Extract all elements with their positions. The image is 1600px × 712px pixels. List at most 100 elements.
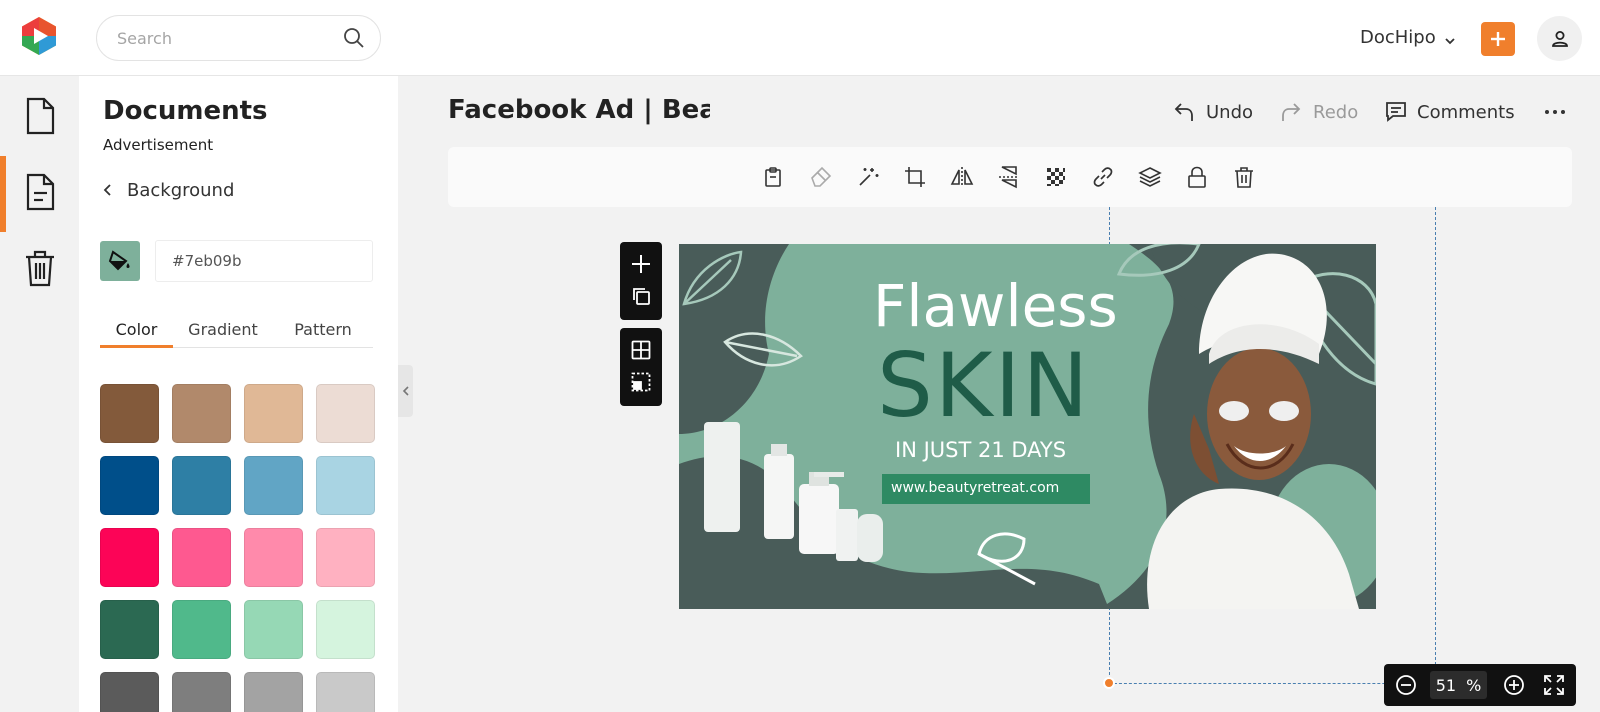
color-swatch[interactable]: [316, 384, 375, 443]
plus-icon: [632, 255, 650, 273]
zoom-out-icon: [1396, 675, 1416, 695]
tool-transparency[interactable]: [1042, 163, 1070, 191]
color-tabs: Color Gradient Pattern: [100, 312, 373, 348]
zoom-out-button[interactable]: [1394, 673, 1418, 697]
tool-flip-horizontal[interactable]: [948, 163, 976, 191]
color-swatch[interactable]: [172, 600, 231, 659]
undo-icon: [1174, 103, 1193, 121]
search-icon[interactable]: [342, 26, 366, 50]
more-options-button[interactable]: [1540, 98, 1570, 126]
tagline[interactable]: IN JUST 21 DAYS: [895, 438, 1066, 462]
page-layout-controls: [620, 328, 662, 406]
color-swatch[interactable]: [244, 528, 303, 587]
color-swatch[interactable]: [172, 528, 231, 587]
color-swatch-grid: [100, 384, 376, 712]
undo-label: Undo: [1206, 101, 1254, 123]
rail-item-new-document[interactable]: [0, 78, 79, 154]
color-swatch[interactable]: [244, 600, 303, 659]
search-box: [96, 15, 381, 61]
headline-flawless[interactable]: Flawless: [873, 272, 1118, 340]
color-swatch[interactable]: [100, 456, 159, 515]
color-swatch[interactable]: [100, 528, 159, 587]
color-swatch[interactable]: [316, 528, 375, 587]
tab-color[interactable]: Color: [100, 312, 173, 348]
top-bar: DocHipo: [0, 0, 1600, 76]
zoom-in-button[interactable]: [1502, 673, 1526, 697]
tool-paste[interactable]: [759, 163, 787, 191]
design-canvas[interactable]: Flawless SKIN IN JUST 21 DAYS www.beauty…: [679, 244, 1376, 609]
url-text[interactable]: www.beautyretreat.com: [891, 480, 1059, 496]
color-swatch[interactable]: [172, 384, 231, 443]
flip-horizontal-icon: [950, 167, 974, 187]
hex-color-input[interactable]: [155, 240, 373, 282]
resize-page-button[interactable]: [620, 366, 662, 398]
alignment-guide-vertical: [1435, 207, 1436, 685]
flip-vertical-icon: [999, 166, 1019, 189]
zoom-unit: %: [1466, 675, 1482, 695]
back-to-background-button[interactable]: Background: [103, 175, 234, 205]
create-button[interactable]: [1481, 22, 1515, 56]
more-horizontal-icon: [1545, 110, 1565, 114]
delete-icon: [1235, 167, 1253, 188]
zoom-value: 51: [1435, 675, 1457, 695]
background-panel: Documents Advertisement Background Color…: [79, 76, 398, 712]
clipboard-icon: [765, 167, 781, 187]
tab-gradient[interactable]: Gradient: [183, 312, 263, 348]
search-input[interactable]: [117, 16, 327, 60]
duplicate-page-button[interactable]: [620, 280, 662, 312]
page-add-controls: [620, 242, 662, 320]
add-page-button[interactable]: [620, 248, 662, 280]
redo-icon: [1282, 103, 1301, 121]
comment-icon: [1386, 102, 1406, 122]
icon-rail: [0, 76, 79, 712]
layers-icon: [1138, 167, 1162, 187]
document-icon: [26, 97, 54, 135]
headline-skin[interactable]: SKIN: [877, 334, 1090, 437]
tab-pattern[interactable]: Pattern: [283, 312, 363, 348]
tool-crop[interactable]: [901, 163, 929, 191]
grid-icon: [631, 340, 651, 360]
color-swatch[interactable]: [316, 456, 375, 515]
color-swatch[interactable]: [100, 600, 159, 659]
rail-item-documents[interactable]: [0, 154, 79, 232]
user-avatar[interactable]: [1537, 16, 1582, 61]
color-swatch[interactable]: [100, 672, 159, 712]
panel-subtitle: Advertisement: [103, 136, 214, 154]
comments-button[interactable]: Comments: [1385, 98, 1515, 126]
app-logo[interactable]: [18, 15, 60, 57]
account-menu[interactable]: DocHipo: [1360, 24, 1456, 50]
rail-item-trash[interactable]: [0, 230, 79, 306]
tool-delete[interactable]: [1230, 163, 1258, 191]
color-swatch[interactable]: [172, 456, 231, 515]
color-swatch[interactable]: [244, 672, 303, 712]
color-swatch[interactable]: [100, 384, 159, 443]
comments-label: Comments: [1417, 101, 1515, 123]
undo-button[interactable]: Undo: [1172, 98, 1253, 126]
paint-bucket-icon: [108, 250, 130, 271]
tool-magic[interactable]: [854, 163, 882, 191]
zoom-in-icon: [1504, 675, 1524, 695]
transparency-icon: [1047, 168, 1065, 186]
tool-flip-vertical[interactable]: [995, 163, 1023, 191]
tool-lock[interactable]: [1183, 163, 1211, 191]
fill-color-button[interactable]: [100, 241, 140, 281]
tool-layers[interactable]: [1136, 163, 1164, 191]
tool-erase[interactable]: [807, 163, 835, 191]
color-swatch[interactable]: [172, 672, 231, 712]
color-swatch[interactable]: [316, 600, 375, 659]
duplicate-icon: [633, 288, 650, 305]
color-swatch[interactable]: [316, 672, 375, 712]
collapse-panel-handle[interactable]: [398, 365, 413, 417]
document-title[interactable]: Facebook Ad | Beauty Retreat: [448, 95, 710, 131]
grid-button[interactable]: [620, 334, 662, 366]
panel-title: Documents: [103, 96, 268, 126]
fullscreen-button[interactable]: [1542, 673, 1566, 697]
link-icon: [1093, 167, 1113, 187]
resize-handle[interactable]: [1103, 677, 1115, 689]
color-swatch[interactable]: [244, 384, 303, 443]
tool-link[interactable]: [1089, 163, 1117, 191]
account-name: DocHipo: [1360, 26, 1436, 48]
zoom-level[interactable]: 51 %: [1430, 671, 1487, 699]
color-swatch[interactable]: [244, 456, 303, 515]
redo-button[interactable]: Redo: [1279, 98, 1358, 126]
